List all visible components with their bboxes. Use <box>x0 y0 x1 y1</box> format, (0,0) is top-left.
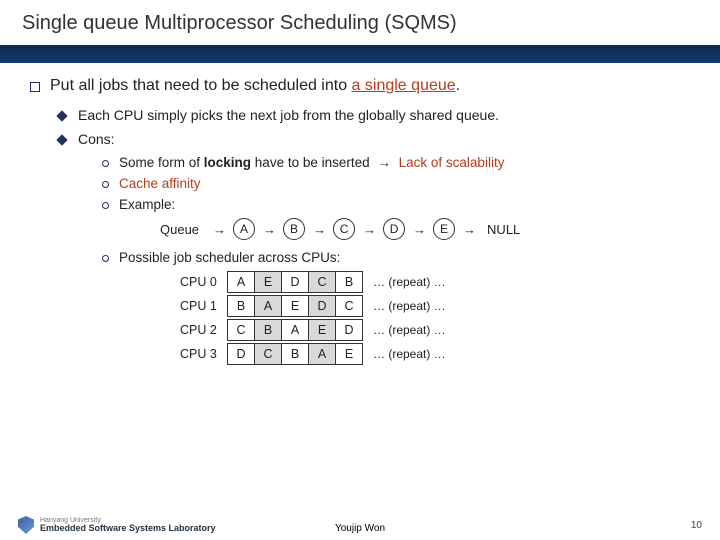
cpu-label: CPU 2 <box>180 323 228 337</box>
queue-node: A <box>233 218 255 240</box>
circle-bullet-icon <box>102 255 109 262</box>
sched-cell: D <box>227 343 255 365</box>
queue-box: B <box>283 218 305 240</box>
repeat-tail: … (repeat) … <box>373 347 446 361</box>
queue-box: A <box>233 218 255 240</box>
sched-cell: D <box>281 271 309 293</box>
footer-author: Youjip Won <box>335 523 385 534</box>
schedule-table: CPU 0 A E D C B … (repeat) … CPU 1 B A E… <box>180 271 690 365</box>
intro-prefix: Put all jobs that need to be scheduled i… <box>50 77 352 94</box>
possible-line: Possible job scheduler across CPUs: <box>102 250 690 265</box>
table-row: CPU 1 B A E D C … (repeat) … <box>180 295 690 317</box>
table-row: CPU 3 D C B A E … (repeat) … <box>180 343 690 365</box>
repeat-tail: … (repeat) … <box>373 323 446 337</box>
arrow-icon: → <box>313 222 325 237</box>
sched-cell: C <box>308 271 336 293</box>
sched-cell: C <box>227 319 255 341</box>
arrow-icon: → <box>413 222 425 237</box>
intro-line: Put all jobs that need to be scheduled i… <box>30 77 690 95</box>
example-label: Example: <box>119 197 175 212</box>
sched-cell: C <box>254 343 282 365</box>
queue-box: E <box>433 218 455 240</box>
queue-label: Queue <box>160 222 199 237</box>
queue-node: D <box>383 218 405 240</box>
queue-node: B <box>283 218 305 240</box>
sched-cell: E <box>281 295 309 317</box>
diamond-bullet-icon <box>56 110 67 121</box>
repeat-tail: … (repeat) … <box>373 299 446 313</box>
footer-left: Hanyang University Embedded Software Sys… <box>18 516 216 534</box>
sched-cell: A <box>281 319 309 341</box>
queue-box: D <box>383 218 405 240</box>
cpu-label: CPU 3 <box>180 347 228 361</box>
locking-mid: have to be inserted <box>251 155 373 170</box>
footer-lab-block: Hanyang University Embedded Software Sys… <box>40 517 216 533</box>
sched-cell: E <box>308 319 336 341</box>
sched-cell: B <box>254 319 282 341</box>
university-logo-icon <box>18 516 34 534</box>
sched-cell: A <box>308 343 336 365</box>
lab-name: Embedded Software Systems Laboratory <box>40 524 216 533</box>
sched-cell: B <box>335 271 363 293</box>
cpu-label: CPU 1 <box>180 299 228 313</box>
sched-cell: A <box>227 271 255 293</box>
sched-cell: D <box>335 319 363 341</box>
sched-cell: E <box>254 271 282 293</box>
affinity-text: Cache affinity <box>119 176 201 191</box>
square-bullet-icon <box>30 82 40 92</box>
slide-title: Single queue Multiprocessor Scheduling (… <box>22 12 698 35</box>
affinity-line: Cache affinity <box>102 176 690 191</box>
intro-text: Put all jobs that need to be scheduled i… <box>50 77 460 95</box>
sched-cell: C <box>335 295 363 317</box>
example-line: Example: <box>102 197 690 212</box>
repeat-tail: … (repeat) … <box>373 275 446 289</box>
table-row: CPU 2 C B A E D … (repeat) … <box>180 319 690 341</box>
sched-cell: B <box>227 295 255 317</box>
sched-cell: A <box>254 295 282 317</box>
queue-diagram: Queue → A → B → C → D → E → NULL <box>160 218 690 240</box>
cons-line: Cons: <box>58 131 690 147</box>
circle-bullet-icon <box>102 181 109 188</box>
queue-null: NULL <box>487 222 520 237</box>
possible-label: Possible job scheduler across CPUs: <box>119 250 340 265</box>
locking-line: Some form of locking have to be inserted… <box>102 155 690 170</box>
locking-text: Some form of locking have to be inserted… <box>119 155 504 170</box>
sched-cell: D <box>308 295 336 317</box>
queue-node: E <box>433 218 455 240</box>
locking-prefix: Some form of <box>119 155 204 170</box>
page-number: 10 <box>691 520 702 531</box>
arrow-icon: → <box>377 155 391 170</box>
slide-content: Put all jobs that need to be scheduled i… <box>0 63 720 365</box>
intro-suffix: . <box>456 77 460 94</box>
shared-queue-text: Each CPU simply picks the next job from … <box>78 107 499 123</box>
arrow-icon: → <box>263 222 275 237</box>
sched-cell: B <box>281 343 309 365</box>
locking-accent: Lack of scalability <box>395 155 505 170</box>
shared-queue-line: Each CPU simply picks the next job from … <box>58 107 690 123</box>
arrow-icon: → <box>213 222 225 237</box>
sched-cell: E <box>335 343 363 365</box>
diamond-bullet-icon <box>56 134 67 145</box>
cpu-label: CPU 0 <box>180 275 228 289</box>
intro-accent: a single queue <box>352 77 456 94</box>
circle-bullet-icon <box>102 202 109 209</box>
queue-node: C <box>333 218 355 240</box>
title-area: Single queue Multiprocessor Scheduling (… <box>0 0 720 41</box>
table-row: CPU 0 A E D C B … (repeat) … <box>180 271 690 293</box>
queue-box: C <box>333 218 355 240</box>
locking-bold: locking <box>204 155 251 170</box>
cons-label: Cons: <box>78 131 115 147</box>
circle-bullet-icon <box>102 160 109 167</box>
arrow-icon: → <box>363 222 375 237</box>
title-divider <box>0 45 720 63</box>
arrow-icon: → <box>463 222 475 237</box>
